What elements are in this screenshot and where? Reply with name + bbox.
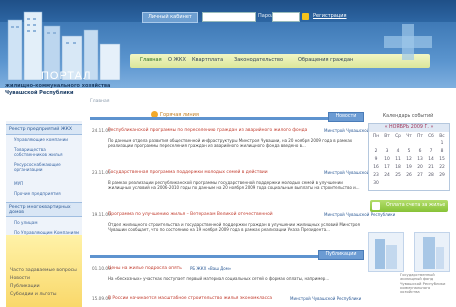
- pub-source[interactable]: РБ ЖКХ «Ваш Дом»: [190, 266, 231, 271]
- calendar-month-bar[interactable]: « НОЯБРЬ 2009 Г. »: [369, 124, 449, 132]
- news-title[interactable]: Государственная программа поддержки моло…: [108, 170, 268, 175]
- registry-item[interactable]: МУП: [14, 181, 23, 186]
- tab-news[interactable]: Новости: [328, 112, 364, 122]
- calendar-week[interactable]: 30: [371, 181, 447, 187]
- news-title[interactable]: Программа по улучшению жилья – Ветеранам…: [108, 212, 273, 217]
- news-source[interactable]: Минстрой Чувашской Республики: [324, 212, 395, 217]
- pub-title[interactable]: В России начинается масштабное строитель…: [108, 296, 272, 301]
- calendar-week[interactable]: 1: [371, 141, 447, 147]
- faq-link[interactable]: Часто задаваемые вопросы: [10, 268, 77, 273]
- portal-title-block: ПОРТАЛ жилищно-коммунального хозяйства Ч…: [3, 70, 143, 110]
- building-image[interactable]: [414, 232, 450, 272]
- news-body: По данным отдела развития общественной и…: [108, 138, 353, 149]
- register-link[interactable]: Регистрация: [313, 13, 347, 19]
- building-icon: [375, 239, 397, 269]
- calendar-week[interactable]: 23 24 25 26 27 28 29: [371, 173, 447, 179]
- card-icon: [372, 202, 380, 210]
- news-body: Отдел жилищного строительства и государс…: [108, 222, 360, 233]
- nav-appeals[interactable]: Обращения граждан: [298, 57, 353, 63]
- login-go-button[interactable]: [302, 13, 309, 20]
- pub-source[interactable]: Минстрой Чувашской Республики: [290, 296, 361, 301]
- nav-rent[interactable]: Квартплата: [192, 57, 223, 63]
- nav-home[interactable]: Главная: [140, 57, 162, 63]
- nav-about[interactable]: О ЖКХ: [168, 57, 186, 63]
- news-link[interactable]: Новости: [10, 276, 30, 281]
- nav-law[interactable]: Законодательство: [234, 57, 283, 63]
- news-divider: [90, 117, 362, 120]
- breadcrumb[interactable]: Главная: [90, 99, 109, 104]
- registry-item[interactable]: Ресурсоснабжающие организации: [14, 162, 78, 172]
- cabinet-button[interactable]: Личный кабинет: [142, 12, 198, 23]
- password-input[interactable]: [272, 12, 300, 22]
- news-body: В рамках реализации республиканской прог…: [108, 180, 360, 191]
- tab-publications[interactable]: Публикации: [318, 250, 364, 260]
- news-title[interactable]: Республиканской программы по переселению…: [108, 128, 307, 133]
- houses-item[interactable]: По улицам: [14, 220, 38, 225]
- registry-item[interactable]: Товарищества собственников жилья: [14, 147, 78, 157]
- calendar-week[interactable]: 2345678: [371, 149, 447, 155]
- portal-republic: Чувашской Республики: [5, 90, 74, 96]
- registry-item[interactable]: Управляющие компании: [14, 137, 68, 142]
- pay-bill-button[interactable]: Оплата счета за жилье: [370, 200, 448, 212]
- cross-logo-icon: [384, 24, 432, 60]
- pub-body: На «бесхозных» участках поступает первый…: [108, 276, 330, 281]
- houses-header[interactable]: Реестр многоквартирных домов: [6, 202, 82, 217]
- pub-title[interactable]: Цены на жилье подросла опять: [108, 266, 182, 271]
- publications-link[interactable]: Публикации: [10, 284, 40, 289]
- calendar-week[interactable]: 9 10 11 12 13 14 15: [371, 157, 447, 163]
- calendar-weekdays: Пн Вт Ср Чт Пт Сб Вс: [372, 134, 445, 139]
- registry-header[interactable]: Реестр предприятий ЖКХ: [6, 124, 82, 135]
- registry-item[interactable]: Прочие предприятия: [14, 191, 61, 196]
- calendar: « НОЯБРЬ 2009 Г. » Пн Вт Ср Чт Пт Сб Вс 1 2345…: [368, 123, 450, 191]
- calendar-month[interactable]: « НОЯБРЬ 2009 Г. »: [369, 125, 449, 130]
- building-image[interactable]: [368, 232, 404, 272]
- login-input[interactable]: [202, 12, 256, 22]
- building-icon: [423, 237, 444, 269]
- subsidies-link[interactable]: Субсидии и льготы: [10, 292, 57, 297]
- building-caption: Государственный жилищный фонд Чувашской …: [400, 273, 446, 295]
- calendar-week[interactable]: 16 17 18 19 20 21 22: [371, 165, 447, 171]
- portal-title: ПОРТАЛ: [41, 70, 92, 82]
- portal-subtitle: жилищно-коммунального хозяйства: [5, 83, 111, 89]
- calendar-title: Календарь событий: [382, 114, 434, 119]
